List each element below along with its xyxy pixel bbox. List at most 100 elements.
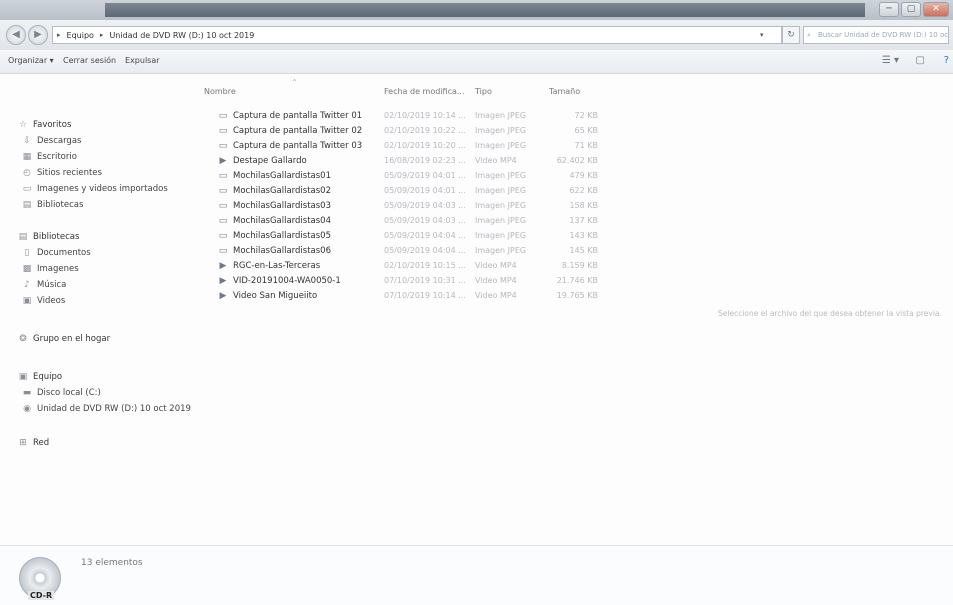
nav-label: Disco local (C:) bbox=[37, 388, 101, 398]
image-file-icon: ▭ bbox=[218, 246, 228, 256]
file-name-cell: ▶ Video San Migueiito bbox=[218, 291, 318, 301]
nav-item-imagenes[interactable]: ▩ Imagenes bbox=[22, 264, 79, 274]
table-row[interactable]: ▶ VID-20191004-WA0050-1 07/10/2019 10:31 … bbox=[192, 275, 612, 289]
table-row[interactable]: ▶ RGC-en-Las-Terceras 02/10/2019 10:15 ..… bbox=[192, 260, 612, 274]
file-type: Video MP4 bbox=[475, 156, 517, 165]
nav-item-escritorio[interactable]: ▦ Escritorio bbox=[22, 152, 77, 162]
library-icon: ▤ bbox=[18, 232, 28, 242]
file-type: Imagen JPEG bbox=[475, 201, 527, 210]
nav-equipo[interactable]: ▣ Equipo bbox=[18, 372, 62, 382]
table-row[interactable]: ▭ MochilasGallardistas01 05/09/2019 04:01… bbox=[192, 170, 612, 184]
nav-label: Red bbox=[33, 438, 50, 448]
file-name: MochilasGallardistas01 bbox=[233, 171, 331, 181]
close-button[interactable]: ✕ bbox=[923, 2, 949, 17]
video-file-icon: ▶ bbox=[219, 156, 227, 166]
file-name: MochilasGallardistas02 bbox=[233, 186, 331, 196]
file-type: Imagen JPEG bbox=[475, 186, 527, 195]
refresh-button[interactable]: ↻ bbox=[782, 26, 800, 44]
file-type: Imagen JPEG bbox=[475, 216, 527, 225]
file-type: Imagen JPEG bbox=[475, 141, 527, 150]
nav-label: Música bbox=[37, 280, 67, 290]
address-bar: ◀ ▶ ▸ Equipo ▸ Unidad de DVD RW (D:) 10 … bbox=[0, 20, 953, 50]
eject-button[interactable]: Expulsar bbox=[125, 56, 160, 65]
table-row[interactable]: ▶ Video San Migueiito 07/10/2019 10:14 ..… bbox=[192, 290, 612, 304]
breadcrumb-item-equipo[interactable]: Equipo bbox=[67, 31, 94, 40]
nav-item-dvd-drive[interactable]: ◉ Unidad de DVD RW (D:) 10 oct 2019 bbox=[22, 404, 191, 414]
table-row[interactable]: ▭ MochilasGallardistas02 05/09/2019 04:01… bbox=[192, 185, 612, 199]
table-row[interactable]: ▭ MochilasGallardistas05 05/09/2019 04:04… bbox=[192, 230, 612, 244]
command-bar: Organizar ▾ Cerrar sesión Expulsar ☰ ▾ ▢… bbox=[0, 50, 953, 74]
file-name: RGC-en-Las-Terceras bbox=[233, 261, 321, 271]
image-icon: ▩ bbox=[22, 264, 32, 274]
search-icon: ⌕ bbox=[807, 31, 811, 39]
table-row[interactable]: ▭ MochilasGallardistas04 05/09/2019 04:03… bbox=[192, 215, 612, 229]
nav-item-imagenes-importados[interactable]: ▭ Imagenes y videos importados bbox=[22, 184, 168, 194]
nav-favorites[interactable]: ☆ Favoritos bbox=[18, 120, 71, 130]
forward-button[interactable]: ▶ bbox=[28, 25, 48, 45]
file-size: 19.765 KB bbox=[556, 291, 598, 300]
window-title-area[interactable] bbox=[105, 3, 865, 17]
breadcrumb[interactable]: ▸ Equipo ▸ Unidad de DVD RW (D:) 10 oct … bbox=[52, 26, 782, 44]
breadcrumb-separator: ▸ bbox=[57, 31, 61, 39]
video-file-icon: ▶ bbox=[219, 261, 227, 271]
table-row[interactable]: ▭ Captura de pantalla Twitter 02 02/10/20… bbox=[192, 125, 612, 139]
file-date: 05/09/2019 04:03 ... bbox=[384, 201, 466, 210]
maximize-button[interactable]: ▢ bbox=[901, 2, 921, 17]
nav-item-bibliotecas-fav[interactable]: ▤ Bibliotecas bbox=[22, 200, 84, 210]
views-icon[interactable]: ☰ ▾ bbox=[882, 55, 899, 66]
nav-item-disco-local[interactable]: ▬ Disco local (C:) bbox=[22, 388, 101, 398]
logoff-button[interactable]: Cerrar sesión bbox=[63, 56, 116, 65]
computer-icon: ▣ bbox=[18, 372, 28, 382]
nav-item-videos[interactable]: ▣ Videos bbox=[22, 296, 66, 306]
table-row[interactable]: ▭ MochilasGallardistas03 05/09/2019 04:03… bbox=[192, 200, 612, 214]
file-date: 07/10/2019 10:14 ... bbox=[384, 291, 466, 300]
image-file-icon: ▭ bbox=[218, 126, 228, 136]
nav-item-sitios-recientes[interactable]: ◴ Sitios recientes bbox=[22, 168, 102, 178]
column-header-size[interactable]: Tamaño bbox=[549, 87, 580, 96]
column-header-date[interactable]: Fecha de modifica... bbox=[384, 87, 465, 96]
image-file-icon: ▭ bbox=[218, 216, 228, 226]
column-header-name[interactable]: Nombre bbox=[204, 87, 236, 96]
file-type: Video MP4 bbox=[475, 276, 517, 285]
breadcrumb-item-dvd[interactable]: Unidad de DVD RW (D:) 10 oct 2019 bbox=[109, 31, 254, 40]
file-size: 158 KB bbox=[569, 201, 598, 210]
video-icon: ▣ bbox=[22, 296, 32, 306]
preview-pane-icon[interactable]: ▢ bbox=[916, 55, 925, 66]
nav-item-musica[interactable]: ♪ Música bbox=[22, 280, 66, 290]
minimize-button[interactable]: ─ bbox=[879, 2, 899, 17]
help-icon[interactable]: ? bbox=[944, 55, 949, 66]
file-date: 05/09/2019 04:04 ... bbox=[384, 231, 466, 240]
file-list: ^ Nombre Fecha de modifica... Tipo Tamañ… bbox=[192, 75, 612, 545]
file-name-cell: ▭ Captura de pantalla Twitter 03 bbox=[218, 141, 362, 151]
details-pane: CD-R 13 elementos bbox=[0, 545, 953, 605]
nav-item-descargas[interactable]: ⇩ Descargas bbox=[22, 136, 81, 146]
file-name: MochilasGallardistas05 bbox=[233, 231, 331, 241]
nav-label: Videos bbox=[37, 296, 66, 306]
nav-red[interactable]: ⊞ Red bbox=[18, 438, 49, 448]
nav-item-documentos[interactable]: ▯ Documentos bbox=[22, 248, 91, 258]
file-date: 05/09/2019 04:01 ... bbox=[384, 171, 466, 180]
library-icon: ▤ bbox=[22, 200, 32, 210]
window-controls: ─ ▢ ✕ bbox=[879, 2, 949, 17]
image-file-icon: ▭ bbox=[218, 141, 228, 151]
nav-label: Imagenes y videos importados bbox=[37, 184, 168, 194]
table-row[interactable]: ▭ Captura de pantalla Twitter 03 02/10/20… bbox=[192, 140, 612, 154]
file-date: 02/10/2019 10:22 ... bbox=[384, 126, 466, 135]
organize-button[interactable]: Organizar ▾ bbox=[8, 56, 54, 65]
table-row[interactable]: ▶ Destape Gallardo 16/08/2019 02:23 ... V… bbox=[192, 155, 612, 169]
file-type: Imagen JPEG bbox=[475, 171, 527, 180]
file-name-cell: ▭ Captura de pantalla Twitter 02 bbox=[218, 126, 362, 136]
back-button[interactable]: ◀ bbox=[6, 25, 26, 45]
search-input[interactable]: ⌕ Buscar Unidad de DVD RW (D:) 10 oct... bbox=[803, 26, 949, 44]
image-file-icon: ▭ bbox=[218, 111, 228, 121]
nav-homegroup[interactable]: ❂ Grupo en el hogar bbox=[18, 334, 110, 344]
nav-label: Imagenes bbox=[37, 264, 79, 274]
file-size: 137 KB bbox=[569, 216, 598, 225]
file-date: 05/09/2019 04:01 ... bbox=[384, 186, 466, 195]
nav-bibliotecas[interactable]: ▤ Bibliotecas bbox=[18, 232, 80, 242]
table-row[interactable]: ▭ MochilasGallardistas06 05/09/2019 04:04… bbox=[192, 245, 612, 259]
column-header-type[interactable]: Tipo bbox=[475, 87, 492, 96]
table-row[interactable]: ▭ Captura de pantalla Twitter 01 02/10/20… bbox=[192, 110, 612, 124]
file-size: 8.159 KB bbox=[561, 261, 598, 270]
address-dropdown-icon[interactable]: ▾ bbox=[760, 26, 764, 44]
